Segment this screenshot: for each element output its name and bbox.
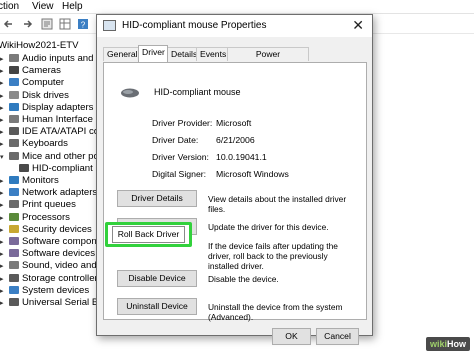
driver-version-label: Driver Version: <box>152 152 209 162</box>
properties-icon[interactable] <box>40 17 54 31</box>
tree-item[interactable]: ▸ Display adapters <box>0 101 93 114</box>
menu-view[interactable]: View <box>32 1 54 12</box>
device-category-icon <box>9 249 19 258</box>
expand-arrow-icon[interactable]: ▸ <box>0 297 9 310</box>
tab-power-management[interactable]: Power Management <box>227 47 309 72</box>
uninstall-device-button[interactable]: Uninstall Device <box>117 298 197 315</box>
device-category-icon <box>9 115 19 123</box>
tree-item[interactable]: ▸ Keyboards <box>0 137 68 150</box>
device-tree: WikiHow2021-ETV ▸ Audio inputs and outpu ▸… <box>0 36 127 355</box>
device-category-icon <box>9 127 19 136</box>
disable-device-button[interactable]: Disable Device <box>117 270 197 287</box>
tree-item-label: Keyboards <box>22 138 68 150</box>
tree-item-label: Print queues <box>22 199 76 211</box>
tree-item[interactable]: ▸ Computer <box>0 76 64 89</box>
device-category-icon <box>9 151 19 160</box>
watermark-wiki: wiki <box>429 339 447 349</box>
driver-provider-value: Microsoft <box>216 118 252 128</box>
tree-item[interactable]: ▸ System devices <box>0 284 89 297</box>
device-icon <box>103 20 116 31</box>
tree-item-label: Display adapters <box>22 101 94 113</box>
digital-signer-value: Microsoft Windows <box>216 169 289 179</box>
tree-item-label: Security devices <box>22 223 92 235</box>
disable-device-description: Disable the device. <box>208 274 279 284</box>
tree-item-label: Network adapters <box>22 187 98 199</box>
device-category-icon <box>9 212 19 221</box>
properties-dialog: HID-compliant mouse Properties ✕ General… <box>96 14 373 345</box>
roll-back-highlight: Roll Back Driver <box>105 222 192 247</box>
menu-help[interactable]: Help <box>62 1 83 12</box>
roll-back-description: If the device fails after updating the d… <box>208 241 338 271</box>
device-category-icon <box>9 102 19 111</box>
tab-details[interactable]: Details <box>167 47 197 61</box>
close-icon[interactable]: ✕ <box>352 17 364 34</box>
driver-date-value: 6/21/2006 <box>216 135 255 145</box>
device-category-icon <box>9 188 19 197</box>
device-category-icon <box>9 261 19 270</box>
tree-item-label: Processors <box>22 211 70 223</box>
device-category-icon <box>9 176 19 184</box>
device-category-icon <box>19 163 29 172</box>
device-category-icon <box>9 200 19 209</box>
back-arrow-icon[interactable] <box>2 17 16 31</box>
device-category-icon <box>9 78 19 87</box>
driver-date-label: Driver Date: <box>152 135 199 145</box>
update-driver-description: Update the driver for this device. <box>208 222 329 232</box>
digital-signer-label: Digital Signer: <box>152 169 207 179</box>
device-category-icon <box>9 273 19 282</box>
help-icon[interactable]: ? <box>76 17 90 31</box>
svg-text:?: ? <box>81 21 86 30</box>
cancel-button[interactable]: Cancel <box>316 328 359 345</box>
tree-item[interactable]: ▸ Security devices <box>0 223 92 236</box>
mouse-icon <box>121 88 139 98</box>
device-category-icon <box>9 298 19 306</box>
tree-item[interactable]: ▸ Print queues <box>0 198 76 211</box>
tree-item[interactable]: ▸ Software devices <box>0 247 95 260</box>
tab-driver[interactable]: Driver <box>138 45 168 62</box>
device-category-icon <box>9 237 19 245</box>
menu-action[interactable]: ction <box>0 1 19 12</box>
tree-item[interactable]: ▸ Network adapters <box>0 186 97 199</box>
device-category-icon <box>9 139 19 148</box>
dialog-titlebar: HID-compliant mouse Properties ✕ <box>97 15 372 37</box>
grid-view-icon[interactable] <box>58 17 72 31</box>
tree-root[interactable]: WikiHow2021-ETV <box>0 39 79 52</box>
watermark-how: How <box>447 339 466 349</box>
device-category-icon <box>9 224 19 233</box>
roll-back-driver-button[interactable]: Roll Back Driver <box>112 226 185 243</box>
device-category-icon <box>9 285 19 294</box>
wikihow-watermark: wikiHow <box>425 337 470 351</box>
tree-root-label: WikiHow2021-ETV <box>0 40 79 51</box>
device-name: HID-compliant mouse <box>154 87 241 97</box>
tree-item-label: Software devices <box>22 248 96 260</box>
driver-provider-label: Driver Provider: <box>152 118 213 128</box>
driver-version-value: 10.0.19041.1 <box>216 152 267 162</box>
tree-item-label: Monitors <box>22 175 59 186</box>
driver-tab-panel: HID-compliant mouse Driver Provider: Mic… <box>103 62 367 322</box>
tree-item-label: Storage controllers <box>22 272 103 284</box>
tree-item-label: System devices <box>22 284 90 296</box>
driver-details-button[interactable]: Driver Details <box>117 190 197 207</box>
tree-item-label: Disk drives <box>22 89 69 101</box>
forward-arrow-icon[interactable] <box>20 17 34 31</box>
driver-details-description: View details about the installed driver … <box>208 194 347 214</box>
tree-item-label: Cameras <box>22 65 61 77</box>
device-category-icon <box>9 90 19 99</box>
uninstall-device-description: Uninstall the device from the system (Ad… <box>208 302 343 322</box>
collapse-arrow-icon[interactable]: ▾ <box>0 151 9 164</box>
tab-events[interactable]: Events <box>196 47 228 61</box>
tree-item[interactable]: ▸ Monitors <box>0 174 59 187</box>
tab-general[interactable]: General <box>103 47 139 61</box>
tree-item[interactable]: ▸ Disk drives <box>0 89 69 102</box>
device-category-icon <box>9 54 19 62</box>
ok-button[interactable]: OK <box>272 328 311 345</box>
tree-item-label: Computer <box>22 77 65 89</box>
tree-item[interactable]: ▸ Storage controllers <box>0 272 103 285</box>
menu-bar: ction View Help <box>0 0 474 14</box>
tree-item[interactable]: ▸ Processors <box>0 211 70 224</box>
dialog-title: HID-compliant mouse Properties <box>122 20 267 31</box>
tree-item[interactable]: ▸ Cameras <box>0 64 61 77</box>
device-category-icon <box>9 66 19 75</box>
